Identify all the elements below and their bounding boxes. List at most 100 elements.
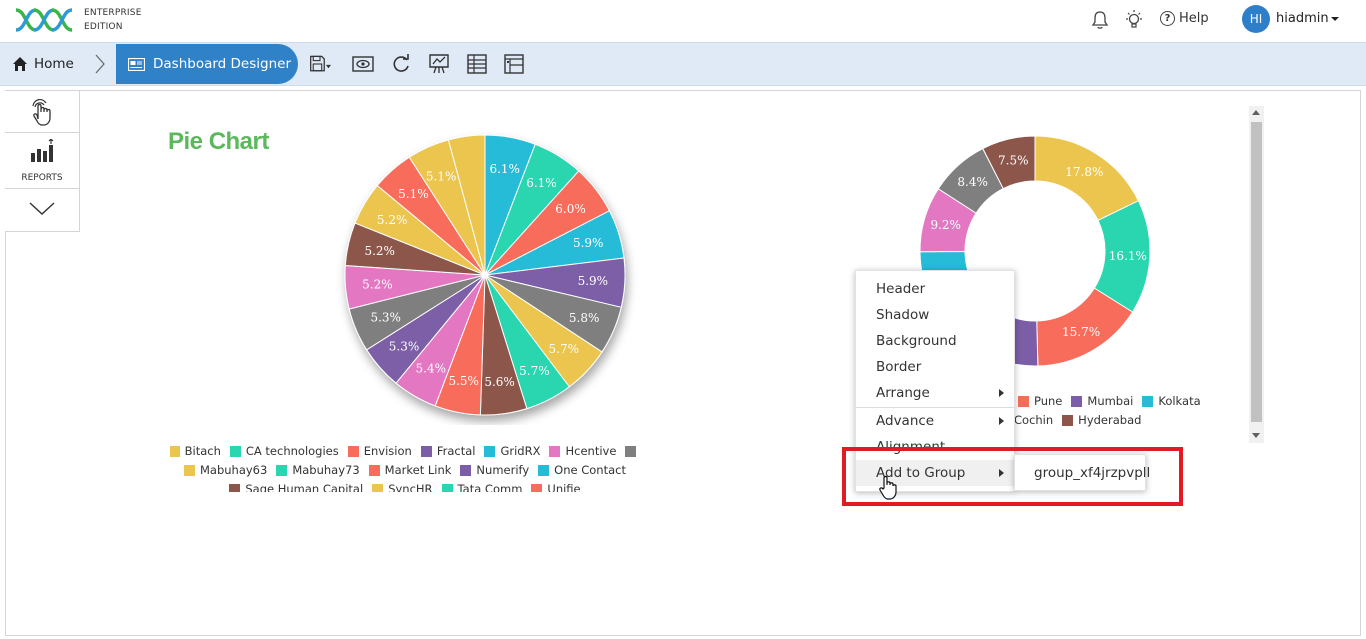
edition-label: ENTERPRISE EDITION [84,6,142,34]
layout-icon[interactable] [503,53,525,75]
legend-item[interactable]: Bitach [170,444,221,458]
slice-data-label: 5.2% [362,278,393,292]
chevron-down-icon [1330,16,1339,21]
reports-chart-icon [31,139,54,162]
save-icon[interactable] [309,53,331,75]
menu-item-shadow[interactable]: Shadow [856,302,1014,328]
legend-swatch [183,464,195,476]
pie-chart-legend: Bitach CA technologies Envision Fractal Grid… [170,444,640,492]
legend-swatch [347,445,359,457]
slice-data-label: 5.7% [519,364,550,378]
slice-data-label: 5.9% [578,274,609,288]
slice-data-label: 16.1% [1109,249,1147,263]
legend-swatch [1018,395,1029,407]
slice-data-label: 6.0% [555,202,586,216]
legend-item[interactable]: Mabuhay73 [276,463,360,477]
menu-item-advance[interactable]: Advance [856,408,1014,434]
legend-item[interactable]: Kolkata [1142,394,1201,408]
expand-panel-button[interactable] [5,189,79,231]
scroll-thumb[interactable] [1251,122,1262,422]
lightbulb-icon[interactable] [1124,9,1144,31]
legend-label: Cochin [1014,413,1054,427]
slice-data-label: 5.3% [370,310,401,324]
legend-item[interactable]: Tata Comm [441,482,523,492]
user-menu[interactable]: hiadmin [1276,11,1339,26]
legend-item[interactable]: Market Link [368,463,452,477]
chevron-down-icon [29,202,55,215]
legend-label: Bitach [184,444,221,458]
legend-label: Market Link [384,463,452,477]
menu-item-arrange[interactable]: Arrange [856,380,1014,406]
legend-swatch [276,464,288,476]
username-label: hiadmin [1276,11,1329,26]
scroll-up-icon[interactable] [1252,110,1260,115]
legend-item[interactable]: CA technologies [229,444,339,458]
legend-item[interactable]: Mabuhay63 [183,463,268,477]
legend-item[interactable]: Envision [347,444,412,458]
legend-label: Mabuhay73 [292,463,360,477]
legend-item[interactable] [625,444,640,458]
chart-presentation-icon[interactable] [428,53,450,75]
help-link[interactable]: ? Help [1160,11,1209,26]
legend-row: Bitach CA technologies Envision Fractal Grid… [170,444,640,458]
home-icon [13,57,27,71]
legend-item[interactable]: Mumbai [1071,394,1133,408]
slice-data-label: 5.5% [448,374,479,388]
legend-label: Pune [1034,394,1063,408]
menu-item-border[interactable]: Border [856,354,1014,380]
slice-data-label: 5.1% [426,169,457,183]
menu-item-header[interactable]: Header [856,276,1014,302]
slice-data-label: 15.7% [1062,325,1100,339]
preview-icon[interactable] [352,53,374,75]
legend-item[interactable]: Fractal [420,444,475,458]
touch-widget-button[interactable] [5,91,79,133]
brand-logo[interactable] [14,6,76,34]
table-icon[interactable] [466,53,488,75]
legend-item[interactable]: Cochin [1014,413,1053,427]
legend-item[interactable]: Unifie [531,482,581,492]
submenu-arrow-icon [999,389,1004,397]
legend-swatch [441,483,453,492]
legend-swatch [625,445,637,457]
widget-scrollbar[interactable] [1249,106,1264,443]
legend-label: Mumbai [1087,394,1134,408]
donut-chart-legend: Pune Mumbai Kolkata Cochin Hyderabad [1014,394,1214,432]
legend-swatch [229,445,241,457]
legend-swatch [531,483,543,492]
slice-data-label: 5.8% [569,311,600,325]
legend-item[interactable]: Hcentive [549,444,616,458]
bell-icon[interactable] [1090,10,1110,30]
legend-row: Pune Mumbai Kolkata [1014,394,1214,408]
slice-data-label: 5.7% [549,342,580,356]
reports-label: REPORTS [21,173,63,183]
legend-swatch [372,483,384,492]
pie-chart[interactable]: 6.1% 6.1% 6.0% 5.9% 5.9% 5.8% 5.7% 5.7% 5.6% 5.5%… [330,125,640,425]
menu-item-background[interactable]: Background [856,328,1014,354]
menu-item-arrange-label: Arrange [876,385,930,401]
legend-label: Unifie [547,482,581,492]
legend-item[interactable]: One Contact [538,463,626,477]
legend-item[interactable]: GridRX [484,444,540,458]
slice-data-label: 5.4% [416,361,447,375]
legend-label: Tata Comm [457,482,523,492]
legend-swatch [368,464,380,476]
slice-data-label: 17.8% [1065,165,1103,179]
touch-hand-icon [32,98,51,126]
help-circle-icon: ? [1160,11,1175,26]
legend-label: Mabuhay63 [199,463,268,477]
reports-button[interactable]: REPORTS [5,133,79,189]
submenu-arrow-icon [999,417,1004,425]
legend-item[interactable]: Sage Human Capital [229,482,363,492]
slice-data-label: 5.6% [484,375,515,389]
breadcrumb-dashboard-designer[interactable]: Dashboard Designer [116,44,298,84]
scroll-down-icon[interactable] [1252,433,1260,438]
legend-item[interactable]: Numerify [460,463,529,477]
legend-item[interactable]: Hyderabad [1062,413,1141,427]
refresh-icon[interactable] [390,53,412,75]
legend-item[interactable]: SyncHR [372,482,433,492]
legend-row: Mabuhay63 Mabuhay73 Market Link Numerify One… [170,463,640,477]
legend-item[interactable]: Pune [1018,394,1062,408]
avatar[interactable]: HI [1242,5,1270,33]
legend-label: One Contact [554,463,626,477]
legend-label: CA technologies [245,444,339,458]
